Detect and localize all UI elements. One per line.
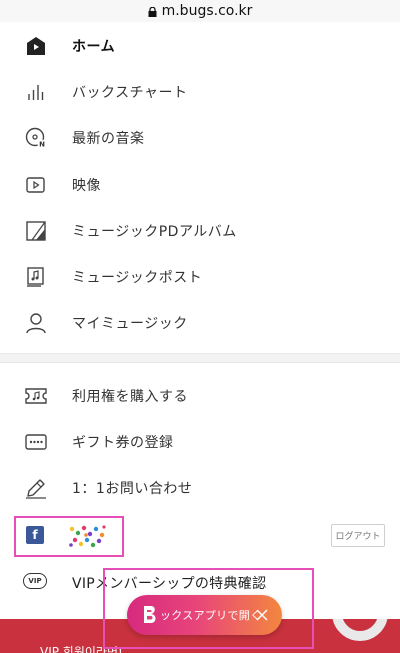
menu-item-chart[interactable]: バックスチャート (0, 69, 400, 115)
bugs-logo-icon (144, 606, 156, 623)
svg-text:N: N (39, 141, 45, 149)
menu-item-label: 最新の音楽 (72, 131, 145, 147)
pd-album-icon (25, 220, 47, 242)
menu-item-new-music[interactable]: N 最新の音楽 (0, 115, 400, 161)
chart-icon (25, 81, 47, 103)
logout-button[interactable]: ログアウト (331, 524, 385, 547)
section-divider (0, 353, 400, 363)
browser-url-bar[interactable]: m.bugs.co.kr (0, 0, 400, 22)
menu-item-label: 利用権を購入する (72, 389, 188, 405)
menu-item-label: マイミュージック (72, 316, 188, 332)
my-music-icon (25, 312, 47, 334)
menu-item-inquiry[interactable]: 1：1お問い合わせ (0, 465, 400, 511)
menu-item-video[interactable]: 映像 (0, 162, 400, 208)
gift-card-icon (25, 431, 47, 453)
lock-icon (148, 7, 157, 17)
menu-item-my-music[interactable]: マイミュージック (0, 300, 400, 346)
menu-item-label: バックスチャート (72, 85, 188, 101)
new-music-icon: N (25, 127, 47, 149)
vip-icon: VIP (23, 573, 47, 589)
menu-item-label: ギフト券の登録 (72, 435, 174, 451)
highlight-box (14, 516, 124, 557)
menu-item-label: ミュージックPDアルバム (72, 224, 237, 240)
menu-item-label: ミュージックポスト (72, 270, 203, 286)
menu-item-pd-album[interactable]: ミュージックPDアルバム (0, 208, 400, 254)
home-icon (25, 35, 47, 57)
music-post-icon (25, 266, 47, 288)
menu-item-label: 1：1お問い合わせ (72, 481, 193, 497)
ticket-icon (25, 385, 47, 407)
menu-item-label: 映像 (72, 178, 101, 194)
open-in-app-label: ックスアプリで開く (160, 609, 262, 622)
open-in-app-button[interactable]: ックスアプリで開く (127, 595, 282, 635)
menu-item-label: ホーム (72, 39, 116, 55)
menu-item-gift-card[interactable]: ギフト券の登録 (0, 419, 400, 465)
menu-item-music-post[interactable]: ミュージックポスト (0, 254, 400, 300)
menu-item-buy-pass[interactable]: 利用権を購入する (0, 373, 400, 419)
menu-item-home[interactable]: ホーム (0, 23, 400, 69)
close-icon[interactable] (253, 606, 271, 624)
video-icon (25, 174, 47, 196)
url-text: m.bugs.co.kr (161, 3, 253, 19)
circle-graphic (332, 619, 388, 641)
pencil-icon (25, 477, 47, 499)
